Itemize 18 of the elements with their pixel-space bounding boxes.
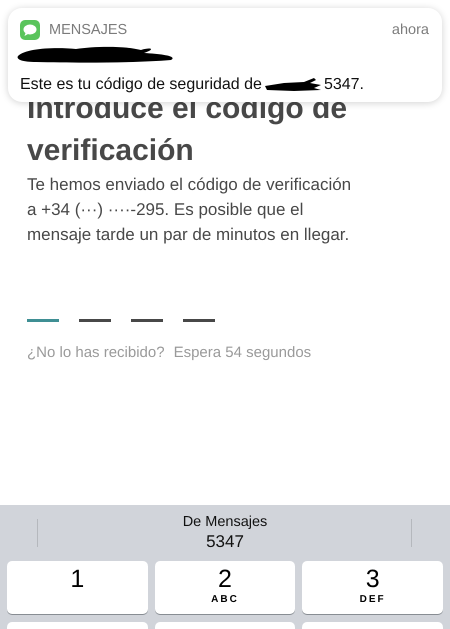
description-text: Te hemos enviado el código de verificación a +34 (···) ····-295. Es posible que el mensaje tarde un par de minutos en llegar. (27, 174, 352, 246)
code-digit-slot[interactable] (183, 319, 215, 322)
keyboard-key[interactable]: 1 (7, 561, 148, 614)
keyboard-key[interactable]: 2 ABC (154, 561, 296, 614)
code-suggestion[interactable]: De Mensajes 5347 (182, 512, 268, 552)
notification-code: 5347. (324, 76, 364, 94)
keyboard-key[interactable]: 3 DEF (302, 561, 443, 614)
code-digit-slot[interactable] (131, 319, 163, 322)
code-digit-slot[interactable] (79, 319, 111, 322)
countdown-text: Espera 54 segundos (174, 343, 312, 363)
code-digit-slot[interactable] (27, 319, 59, 322)
notification-time: ahora (392, 22, 429, 38)
app-name: MENSAJES (49, 22, 128, 38)
notification-message: Este es tu código de seguridad de (20, 76, 262, 94)
hint-question: ¿No lo has recibido? (27, 343, 165, 363)
messages-app-icon (20, 20, 40, 40)
notification-banner[interactable]: MENSAJES ahora Este es tu código de seguridad de 5347. (8, 8, 442, 102)
redaction-mark (264, 77, 322, 93)
